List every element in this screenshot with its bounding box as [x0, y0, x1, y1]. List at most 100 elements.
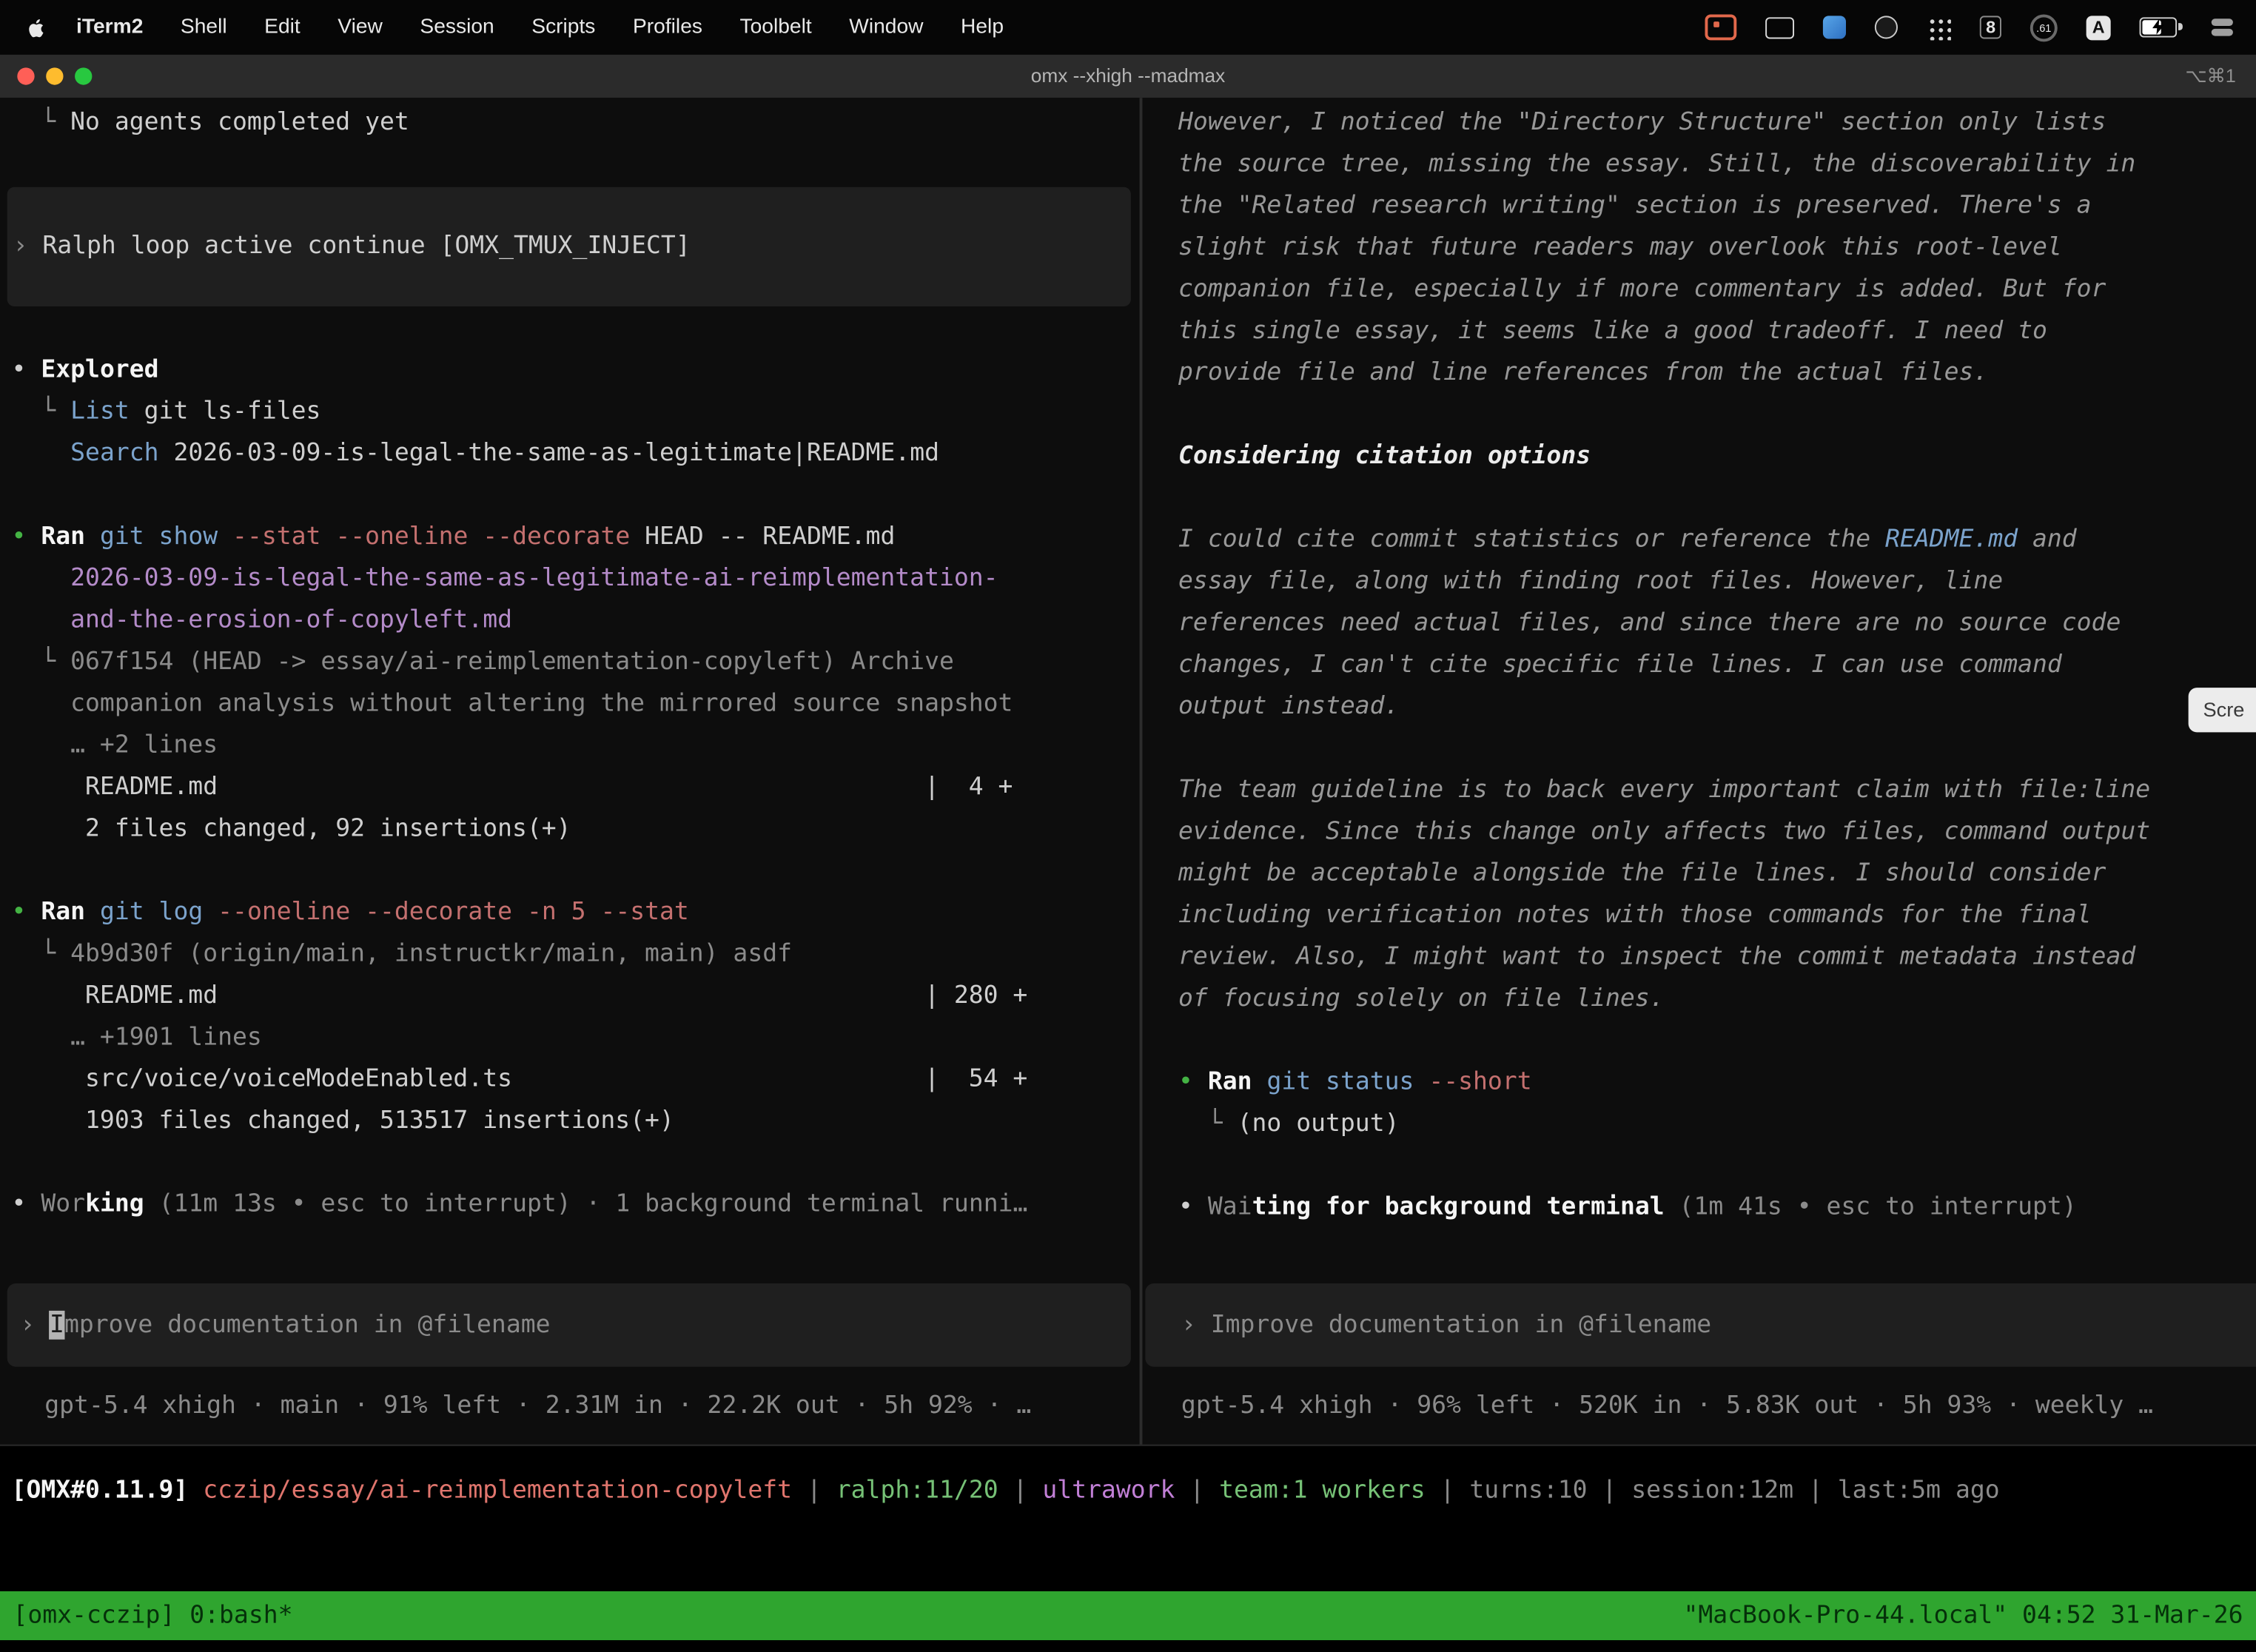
display-icon[interactable]: [1766, 16, 1795, 38]
text-segment: the "Related research writing" section i…: [1178, 192, 2092, 221]
text-segment: Ralph loop active continue [OMX_TMUX_INJ…: [42, 232, 690, 261]
terminal-pane-left[interactable]: └ No agents completed yet › Ralph loop a…: [0, 98, 1140, 1444]
terminal-line: • Ran git show --stat --oneline --decora…: [12, 517, 1140, 558]
prompt-input-left[interactable]: › Improve documentation in @filename: [7, 1283, 1131, 1367]
text-segment: changes, I can't cite specific file line…: [1178, 651, 2062, 679]
screen: iTerm2ShellEditViewSessionScriptsProfile…: [0, 0, 2256, 1652]
menu-item-toolbelt[interactable]: Toolbelt: [721, 16, 830, 38]
apple-logo-icon[interactable]: [26, 14, 49, 40]
text-segment: [12, 439, 71, 468]
text-segment: ralph:11/20: [836, 1476, 998, 1505]
control-center-icon[interactable]: [2212, 19, 2233, 36]
prompt-placeholder: Improve documentation in @filename: [1211, 1311, 1711, 1340]
text-segment: git log: [100, 898, 203, 927]
menu-item-iterm2[interactable]: iTerm2: [58, 16, 162, 38]
menu-items: iTerm2ShellEditViewSessionScriptsProfile…: [58, 16, 1023, 38]
text-segment: Search: [70, 439, 158, 468]
terminal-line: this single essay, it seems like a good …: [1178, 311, 2256, 352]
terminal-line: 2 files changed, 92 insertions(+): [12, 808, 1140, 850]
text-segment: README.md | 4 +: [12, 773, 1013, 802]
menu-item-shell[interactable]: Shell: [162, 16, 246, 38]
menu-item-scripts[interactable]: Scripts: [513, 16, 614, 38]
terminal-line: • Ran git log --oneline --decorate -n 5 …: [12, 892, 1140, 933]
screen-share-overlay[interactable]: Scre: [2189, 688, 2256, 732]
text-segment: List: [70, 397, 130, 426]
input-source-label: A: [2087, 15, 2111, 39]
text-segment: 2026-03-09-is-legal-the-same-as-legitima…: [12, 564, 998, 593]
terminal-line: [OMX#0.11.9] cczip/essay/ai-reimplementa…: [12, 1471, 2000, 1512]
terminal-line: … +1901 lines: [12, 1017, 1140, 1058]
text-segment: review. Also, I might want to inspect th…: [1178, 942, 2135, 971]
text-segment: However, I noticed the "Directory Struct…: [1178, 108, 2106, 137]
text-segment: └ 067f154 (HEAD -> essay/ai-reimplementa…: [12, 648, 954, 676]
window-title-bar[interactable]: omx --xhigh --madmax ⌥⌘1: [0, 55, 2256, 99]
text-segment: •: [1178, 1067, 1208, 1096]
text-segment: •: [12, 1190, 41, 1219]
text-segment: └: [12, 108, 71, 137]
text-segment: and: [2018, 526, 2077, 554]
prompt-chevron-icon: ›: [1181, 1311, 1211, 1340]
dots-grid-icon[interactable]: [1927, 15, 1951, 39]
battery-gauge-icon[interactable]: .61: [2030, 13, 2058, 41]
terminal-line: [1178, 477, 2256, 519]
terminal-area: └ No agents completed yet › Ralph loop a…: [0, 98, 2256, 1444]
dark-circle-app-icon[interactable]: [1875, 16, 1898, 38]
text-segment: 2026-03-09-is-legal-the-same-as-legitima…: [159, 439, 939, 468]
text-segment: Wai: [1208, 1192, 1252, 1221]
battery-charging-icon[interactable]: [2140, 17, 2183, 37]
text-cursor: I: [50, 1311, 64, 1340]
text-segment: Explored: [41, 355, 158, 384]
terminal-pane-right[interactable]: However, I noticed the "Directory Struct…: [1140, 98, 2256, 1444]
terminal-line: … +2 lines: [12, 725, 1140, 767]
menu-item-view[interactable]: View: [319, 16, 401, 38]
terminal-line: including verification notes with those …: [1178, 895, 2256, 936]
status-line-right: gpt-5.4 xhigh · 96% left · 520K in · 5.8…: [1181, 1386, 2153, 1427]
text-segment: (11m 13s • esc to interrupt) · 1 backgro…: [144, 1190, 1028, 1219]
menu-item-help[interactable]: Help: [942, 16, 1023, 38]
text-segment: Wor: [41, 1190, 85, 1219]
ralph-loop-banner-text: › Ralph loop active continue [OMX_TMUX_I…: [13, 226, 690, 267]
text-segment: |: [792, 1476, 836, 1505]
keys-app-icon[interactable]: 8: [1980, 16, 2001, 38]
terminal-line: • Explored: [12, 349, 1140, 391]
terminal-line: slight risk that future readers may over…: [1178, 227, 2256, 269]
terminal-line: and-the-erosion-of-copyleft.md: [12, 600, 1140, 642]
text-segment: ultrawork: [1042, 1476, 1175, 1505]
text-segment: |: [1175, 1476, 1219, 1505]
terminal-line: └ List git ls-files: [12, 392, 1140, 433]
text-segment: --short: [1414, 1067, 1531, 1096]
terminal-line: • Waiting for background terminal (1m 41…: [1178, 1187, 2256, 1229]
menu-item-session[interactable]: Session: [401, 16, 513, 38]
text-segment: references need actual files, and since …: [1178, 608, 2121, 637]
terminal-line: 2026-03-09-is-legal-the-same-as-legitima…: [12, 558, 1140, 600]
text-segment: this single essay, it seems like a good …: [1178, 317, 2047, 346]
menu-item-profiles[interactable]: Profiles: [614, 16, 722, 38]
blue-app-icon[interactable]: [1824, 16, 1847, 38]
status-line-left: gpt-5.4 xhigh · main · 91% left · 2.31M …: [44, 1386, 1031, 1427]
ralph-loop-banner: › Ralph loop active continue [OMX_TMUX_I…: [7, 187, 1131, 306]
text-segment: The team guideline is to back every impo…: [1178, 776, 2150, 805]
terminal-line: [1178, 728, 2256, 770]
terminal-line: src/voice/voiceModeEnabled.ts | 54 +: [12, 1059, 1140, 1101]
prompt-input-right[interactable]: › Improve documentation in @filename: [1145, 1283, 2256, 1367]
terminal-line: However, I noticed the "Directory Struct…: [1178, 102, 2256, 144]
input-source-icon[interactable]: A: [2087, 15, 2111, 39]
terminal-line: › Ralph loop active continue [OMX_TMUX_I…: [13, 226, 690, 267]
keys-app-label: 8: [1980, 16, 2001, 38]
terminal-line: the source tree, missing the essay. Stil…: [1178, 144, 2256, 185]
text-segment: the source tree, missing the essay. Stil…: [1178, 150, 2135, 178]
right-pane-lines: However, I noticed the "Directory Struct…: [1142, 98, 2256, 1229]
terminal-line: output instead.: [1178, 686, 2256, 728]
menu-item-edit[interactable]: Edit: [246, 16, 319, 38]
menu-bar-status-icons: 8 .61 A: [1676, 13, 2256, 41]
terminal-line: review. Also, I might want to inspect th…: [1178, 936, 2256, 978]
text-segment: 1903 files changed, 513517 insertions(+): [12, 1107, 674, 1135]
omx-status-bar: [OMX#0.11.9] cczip/essay/ai-reimplementa…: [12, 1471, 2000, 1512]
screen-recording-icon[interactable]: [1705, 14, 1737, 40]
window-shortcut-badge: ⌥⌘1: [2185, 55, 2235, 98]
text-segment: might be acceptable alongside the file l…: [1178, 859, 2106, 887]
terminal-line: might be acceptable alongside the file l…: [1178, 853, 2256, 895]
menu-item-window[interactable]: Window: [830, 16, 942, 38]
text-segment: HEAD -- README.md: [630, 523, 895, 551]
terminal-line: • Ran git status --short: [1178, 1062, 2256, 1104]
